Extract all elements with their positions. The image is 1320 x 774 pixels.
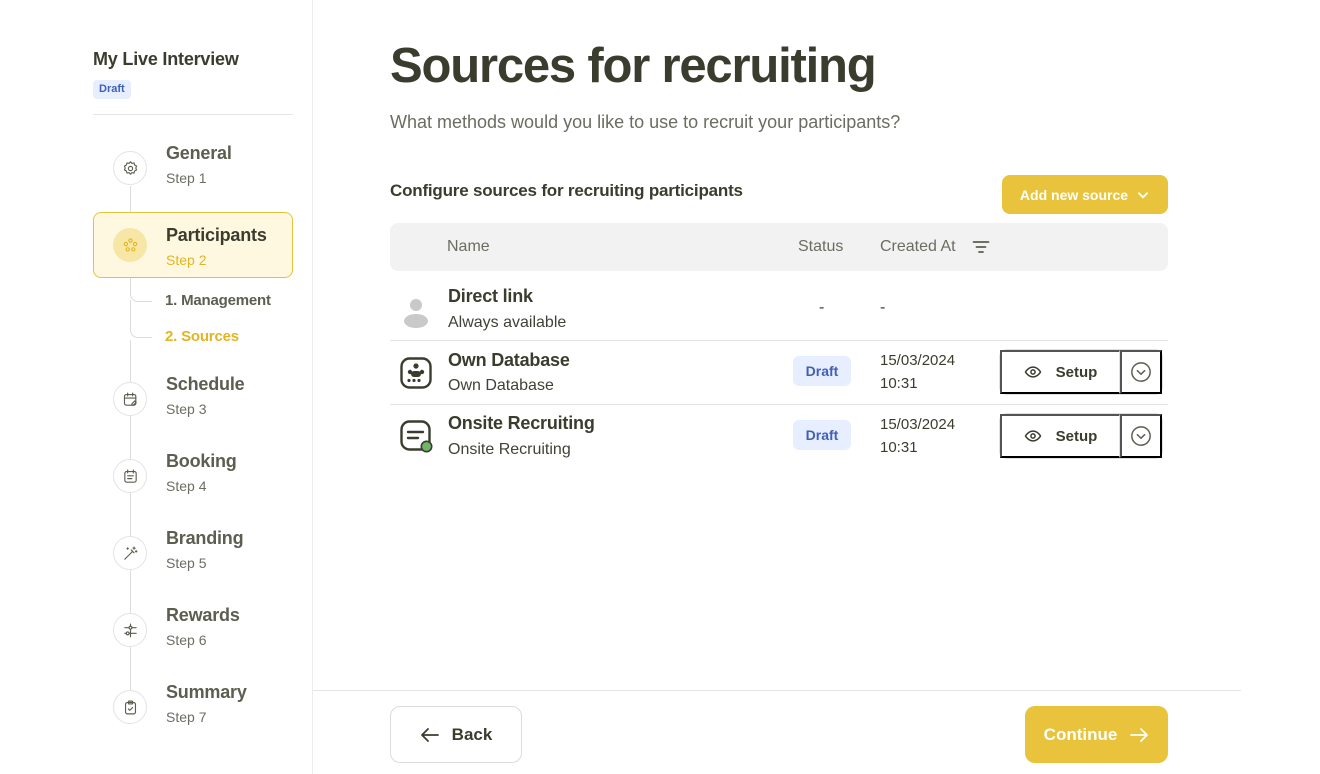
substep-management[interactable]: 1. Management	[165, 292, 271, 309]
source-name: Own Database	[448, 350, 570, 370]
setup-label: Setup	[1055, 363, 1098, 381]
step-label: Participants	[166, 225, 267, 245]
substep-sources[interactable]: 2. Sources	[165, 328, 239, 345]
created-date: 15/03/2024	[880, 416, 956, 433]
step-number: Step 2	[166, 252, 207, 268]
person-icon	[404, 299, 428, 328]
sidebar-step-booking[interactable]: Booking Step 4	[93, 443, 293, 509]
magic-wand-icon	[113, 536, 147, 570]
sidebar: My Live Interview Draft General Step 1 P…	[0, 0, 313, 774]
onsite-form-icon	[400, 420, 433, 453]
row-options-button[interactable]	[1120, 414, 1162, 458]
created-time: 10:31	[880, 375, 918, 392]
substep-connector	[130, 277, 152, 302]
created-time: 10:31	[880, 439, 918, 456]
chevron-down-circle-icon	[1131, 426, 1151, 446]
step-number: Step 4	[166, 478, 207, 494]
table-row: Direct link Always available - -	[390, 277, 1168, 341]
source-name: Onsite Recruiting	[448, 413, 595, 433]
source-name: Direct link	[448, 286, 533, 306]
step-label: General	[166, 143, 232, 163]
source-description: Always available	[448, 314, 567, 331]
add-new-source-label: Add new source	[1019, 186, 1129, 203]
source-description: Own Database	[448, 377, 554, 394]
page-title: Sources for recruiting	[390, 39, 877, 93]
chevron-down-circle-icon	[1131, 362, 1151, 382]
status-badge: Draft	[793, 420, 851, 450]
setup-button[interactable]: Setup	[1000, 350, 1120, 394]
chevron-down-icon	[1138, 191, 1149, 198]
sidebar-step-branding[interactable]: Branding Step 5	[93, 520, 293, 586]
table-row: Own Database Own Database Draft 15/03/20…	[390, 341, 1168, 405]
section-title: Configure sources for recruiting partici…	[390, 181, 743, 200]
sliders-icon	[113, 613, 147, 647]
calendar-edit-icon	[113, 382, 147, 416]
status-badge: Draft	[793, 356, 851, 386]
page-subtitle: What methods would you like to use to re…	[390, 112, 901, 132]
step-label: Rewards	[166, 605, 240, 625]
eye-icon	[1024, 430, 1041, 442]
clipboard-check-icon	[113, 690, 147, 724]
step-label: Summary	[166, 682, 247, 702]
gear-icon	[113, 151, 147, 185]
setup-button-group: Setup	[999, 349, 1163, 395]
sidebar-step-schedule[interactable]: Schedule Step 3	[93, 366, 293, 432]
table-header: Name Status Created At	[390, 223, 1168, 271]
setup-label: Setup	[1055, 427, 1098, 445]
calendar-list-icon	[113, 459, 147, 493]
continue-label: Continue	[1043, 724, 1118, 744]
table-row: Onsite Recruiting Onsite Recruiting Draf…	[390, 405, 1168, 469]
sidebar-step-rewards[interactable]: Rewards Step 6	[93, 597, 293, 663]
step-label: Schedule	[166, 374, 245, 394]
back-label: Back	[451, 724, 493, 744]
sidebar-step-summary[interactable]: Summary Step 7	[93, 674, 293, 740]
eye-icon	[1024, 366, 1041, 378]
column-header-name: Name	[447, 238, 490, 255]
arrow-left-icon	[420, 727, 439, 742]
source-description: Onsite Recruiting	[448, 441, 571, 458]
add-new-source-button[interactable]: Add new source	[1002, 175, 1168, 214]
sidebar-step-general[interactable]: General Step 1	[93, 135, 293, 201]
step-label: Booking	[166, 451, 237, 471]
step-number: Step 3	[166, 401, 207, 417]
created-at-value: -	[880, 299, 886, 316]
step-label: Branding	[166, 528, 244, 548]
project-title: My Live Interview	[93, 49, 239, 69]
back-button[interactable]: Back	[390, 706, 522, 763]
setup-button-group: Setup	[999, 413, 1163, 459]
created-date: 15/03/2024	[880, 352, 956, 369]
status-value: -	[819, 299, 825, 316]
step-number: Step 7	[166, 709, 207, 725]
substep-connector	[130, 300, 152, 338]
sort-filter-icon[interactable]	[972, 239, 990, 255]
created-at-value: 15/03/2024 10:31	[880, 349, 955, 395]
arrow-right-icon	[1130, 727, 1149, 742]
column-header-status: Status	[798, 238, 844, 255]
database-icon	[400, 357, 432, 389]
project-status-badge: Draft	[93, 80, 131, 99]
step-number: Step 5	[166, 555, 207, 571]
continue-button[interactable]: Continue	[1025, 706, 1168, 763]
sidebar-divider	[93, 114, 293, 115]
participants-icon	[113, 228, 147, 262]
column-header-created-at[interactable]: Created At	[880, 238, 956, 256]
created-at-value: 15/03/2024 10:31	[880, 413, 955, 459]
sidebar-step-participants[interactable]: Participants Step 2	[93, 212, 293, 278]
step-number: Step 6	[166, 632, 207, 648]
step-number: Step 1	[166, 170, 207, 186]
setup-button[interactable]: Setup	[1000, 414, 1120, 458]
footer-divider	[313, 690, 1241, 691]
row-options-button[interactable]	[1120, 350, 1162, 394]
